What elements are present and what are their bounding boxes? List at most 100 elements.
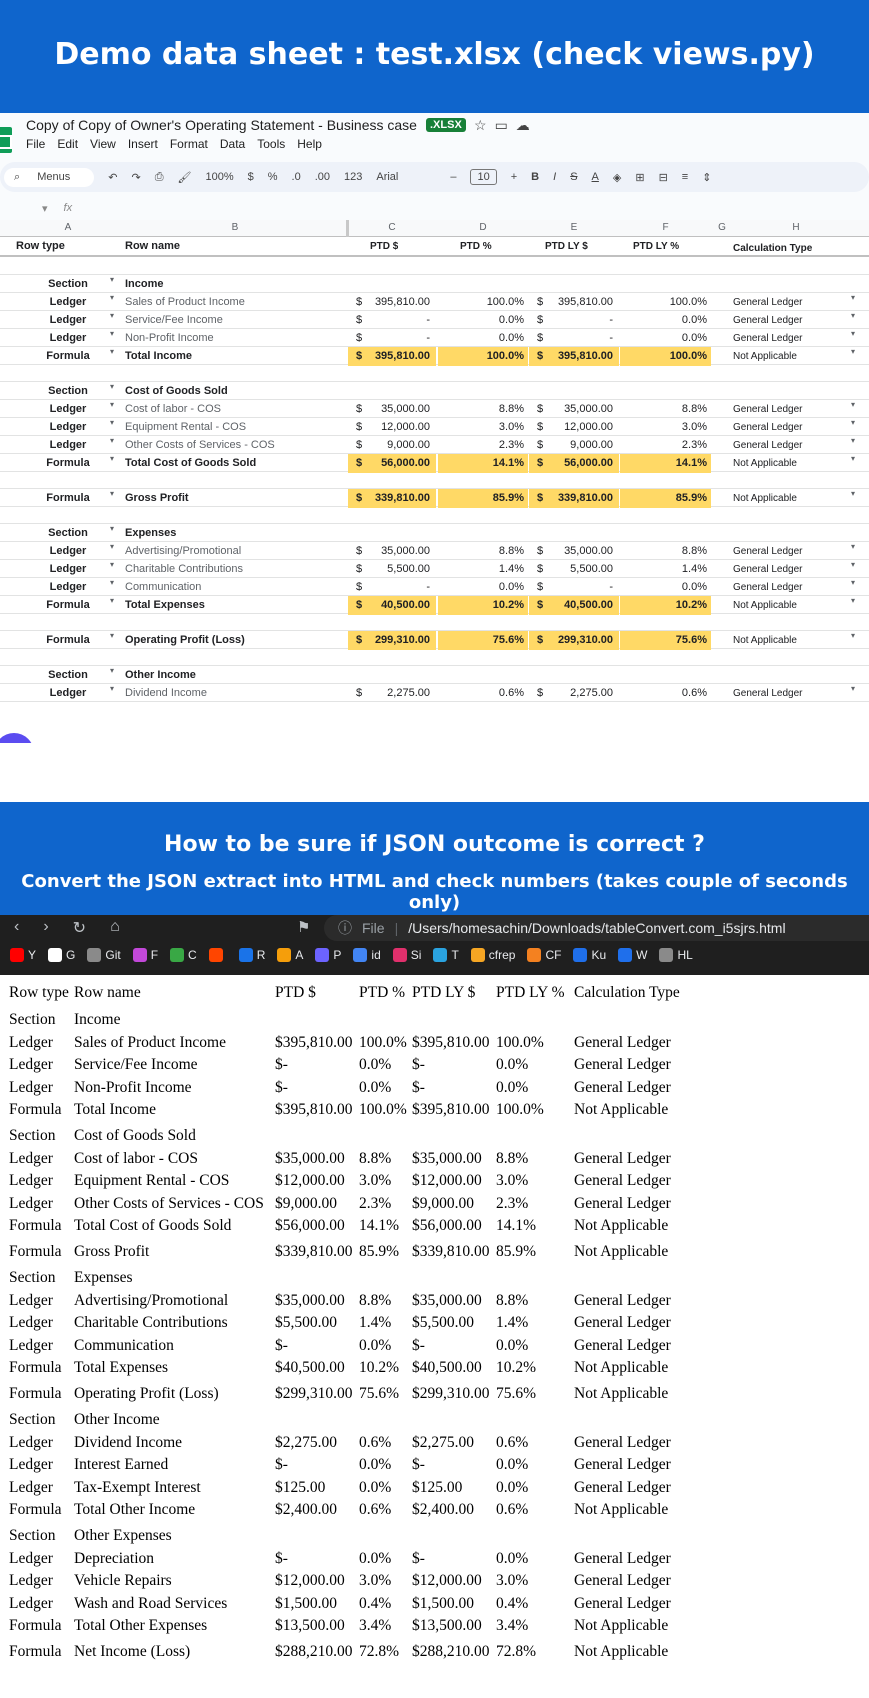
back-icon[interactable]: ‹ — [14, 918, 19, 938]
ptd-ly-cell[interactable]: $56,000.00 — [529, 454, 619, 473]
row-type-cell[interactable]: Formula — [14, 454, 122, 473]
bookmark-item[interactable]: R — [238, 948, 265, 962]
calc-type-cell[interactable]: General Ledger — [733, 400, 859, 419]
ptd-ly-pct-cell[interactable]: 10.2% — [620, 596, 711, 615]
row-name-cell[interactable]: Sales of Product Income — [125, 293, 345, 312]
row-type-cell[interactable]: Ledger — [14, 578, 122, 597]
bookmark-item[interactable]: Git — [87, 948, 121, 962]
address-bar[interactable]: ⓘ File | /Users/homesachin/Downloads/tab… — [324, 915, 869, 941]
calc-type-cell[interactable]: General Ledger — [733, 329, 859, 348]
calc-type-dropdown-icon[interactable]: ▾ — [851, 489, 855, 498]
calc-type-cell[interactable]: General Ledger — [733, 418, 859, 437]
bookmark-item[interactable]: F — [132, 948, 158, 962]
menu-item-help[interactable]: Help — [297, 137, 322, 151]
ptd-pct-cell[interactable]: 100.0% — [438, 347, 528, 366]
ptd-cell[interactable]: $35,000.00 — [348, 400, 436, 419]
row-name-cell[interactable]: Income — [125, 275, 345, 294]
row-type-cell[interactable]: Section — [14, 666, 122, 685]
column-header-c[interactable]: C — [348, 222, 436, 233]
row-name-cell[interactable]: Dividend Income — [125, 684, 345, 703]
menu-item-data[interactable]: Data — [220, 137, 245, 151]
ptd-ly-pct-cell[interactable]: 0.6% — [620, 684, 711, 703]
row-type-cell[interactable]: Ledger — [14, 311, 122, 330]
ptd-cell[interactable]: $9,000.00 — [348, 436, 436, 455]
row-name-cell[interactable]: Other Costs of Services - COS — [125, 436, 345, 455]
zoom-select[interactable]: 100% — [205, 171, 233, 183]
column-header-h[interactable]: H — [733, 222, 859, 233]
calc-type-dropdown-icon[interactable]: ▾ — [851, 578, 855, 587]
menus-search[interactable]: ⌕ Menus — [4, 167, 95, 187]
decrease-decimal-button[interactable]: .0 — [292, 171, 301, 183]
menu-item-file[interactable]: File — [26, 137, 45, 151]
ptd-ly-cell[interactable]: $40,500.00 — [529, 596, 619, 615]
menu-item-insert[interactable]: Insert — [128, 137, 158, 151]
row-type-cell[interactable]: Ledger — [14, 560, 122, 579]
ptd-ly-pct-cell[interactable]: 100.0% — [620, 347, 711, 366]
row-type-dropdown-icon[interactable]: ▾ — [110, 436, 114, 445]
calc-type-dropdown-icon[interactable]: ▾ — [851, 418, 855, 427]
ptd-pct-cell[interactable]: 0.0% — [438, 329, 528, 348]
calc-type-dropdown-icon[interactable]: ▾ — [851, 293, 855, 302]
row-type-cell[interactable]: Formula — [14, 631, 122, 650]
ptd-cell[interactable]: $395,810.00 — [348, 293, 436, 312]
ptd-ly-pct-cell[interactable]: 0.0% — [620, 311, 711, 330]
row-name-cell[interactable]: Total Cost of Goods Sold — [125, 454, 345, 473]
ptd-cell[interactable]: $ - — [348, 329, 436, 348]
column-header-f[interactable]: F — [620, 222, 711, 233]
ptd-pct-cell[interactable]: 8.8% — [438, 542, 528, 561]
ptd-ly-pct-cell[interactable]: 3.0% — [620, 418, 711, 437]
row-type-dropdown-icon[interactable]: ▾ — [110, 560, 114, 569]
calc-type-cell[interactable]: Not Applicable — [733, 631, 859, 650]
ptd-cell[interactable]: $395,810.00 — [348, 347, 436, 366]
more-formats-button[interactable]: 123 — [344, 171, 362, 183]
bookmark-item[interactable]: G — [48, 948, 75, 962]
row-name-cell[interactable]: Non-Profit Income — [125, 329, 345, 348]
ptd-ly-pct-cell[interactable]: 100.0% — [620, 293, 711, 312]
forward-icon[interactable]: › — [43, 918, 48, 938]
ptd-cell[interactable]: $299,310.00 — [348, 631, 436, 650]
row-name-cell[interactable]: Other Income — [125, 666, 345, 685]
ptd-ly-cell[interactable]: $395,810.00 — [529, 293, 619, 312]
row-name-cell[interactable]: Gross Profit — [125, 489, 345, 508]
row-type-cell[interactable]: Section — [14, 524, 122, 543]
header-ptd[interactable]: PTD $ — [370, 237, 398, 256]
ptd-cell[interactable]: $339,810.00 — [348, 489, 436, 508]
ptd-ly-cell[interactable]: $ - — [529, 311, 619, 330]
calc-type-dropdown-icon[interactable]: ▾ — [851, 436, 855, 445]
ptd-pct-cell[interactable]: 0.0% — [438, 578, 528, 597]
menu-item-edit[interactable]: Edit — [57, 137, 78, 151]
ptd-ly-cell[interactable]: $5,500.00 — [529, 560, 619, 579]
bold-icon[interactable]: B — [531, 171, 539, 183]
move-folder-icon[interactable]: ▭ — [495, 117, 516, 133]
column-header-g[interactable]: G — [712, 222, 732, 233]
bookmark-item[interactable]: CF — [527, 948, 561, 962]
calc-type-dropdown-icon[interactable]: ▾ — [851, 329, 855, 338]
ptd-cell[interactable]: $2,275.00 — [348, 684, 436, 703]
calc-type-dropdown-icon[interactable]: ▾ — [851, 596, 855, 605]
ptd-ly-pct-cell[interactable]: 0.0% — [620, 578, 711, 597]
ptd-pct-cell[interactable]: 1.4% — [438, 560, 528, 579]
valign-icon[interactable]: ⇕ — [702, 171, 711, 184]
calc-type-dropdown-icon[interactable]: ▾ — [851, 631, 855, 640]
align-icon[interactable]: ≡ — [682, 171, 688, 183]
row-type-cell[interactable]: Ledger — [14, 400, 122, 419]
column-header-a[interactable]: A — [14, 222, 122, 233]
ptd-cell[interactable]: $35,000.00 — [348, 542, 436, 561]
ptd-ly-cell[interactable]: $ - — [529, 578, 619, 597]
row-type-cell[interactable]: Ledger — [14, 684, 122, 703]
header-calc-type[interactable]: Calculation Type — [733, 239, 812, 258]
bookmark-item[interactable]: Ku — [573, 948, 606, 962]
name-box-chevron-icon[interactable]: ▾ — [42, 202, 48, 215]
column-header-b[interactable]: B — [125, 222, 345, 233]
ptd-cell[interactable]: $ - — [348, 578, 436, 597]
bookmark-item[interactable]: HL — [659, 948, 693, 962]
bookmark-item[interactable]: cfrep — [470, 948, 515, 962]
ptd-ly-cell[interactable]: $339,810.00 — [529, 489, 619, 508]
cloud-icon[interactable]: ☁ — [516, 117, 538, 133]
header-row-type[interactable]: Row type — [16, 237, 65, 256]
calc-type-cell[interactable]: General Ledger — [733, 311, 859, 330]
row-type-dropdown-icon[interactable]: ▾ — [110, 666, 114, 675]
row-type-dropdown-icon[interactable]: ▾ — [110, 596, 114, 605]
ptd-cell[interactable]: $56,000.00 — [348, 454, 436, 473]
ptd-ly-cell[interactable]: $35,000.00 — [529, 400, 619, 419]
